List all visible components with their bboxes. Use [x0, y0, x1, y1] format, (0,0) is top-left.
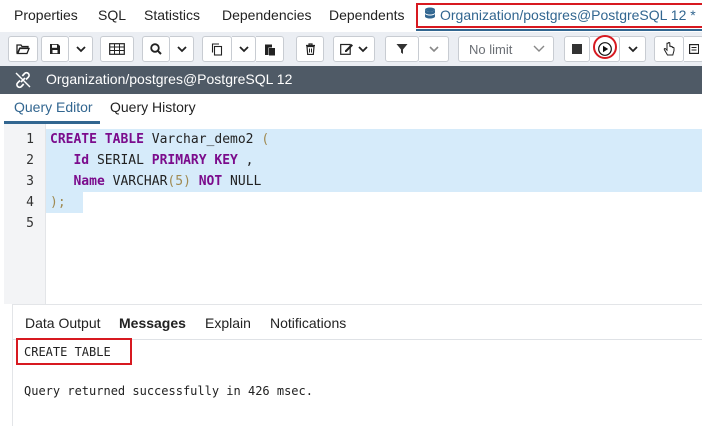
code-line: Id SERIAL PRIMARY KEY , — [50, 150, 254, 171]
line-number-gutter: 1 2 3 4 5 — [4, 124, 46, 304]
code-token: VARCHAR — [104, 174, 168, 189]
code-token: ); — [50, 195, 66, 210]
line-number: 4 — [26, 195, 34, 210]
database-icon — [424, 5, 436, 26]
stop-icon — [572, 44, 582, 54]
code-line: ); — [50, 192, 66, 213]
connection-link-icon[interactable] — [14, 71, 32, 94]
tab-dependencies[interactable]: Dependencies — [222, 7, 312, 23]
view-data-button[interactable] — [100, 36, 134, 62]
tab-properties[interactable]: Properties — [14, 7, 78, 23]
filter-icon — [396, 43, 408, 55]
code-token: SERIAL — [89, 153, 152, 168]
save-options-button[interactable] — [69, 36, 93, 62]
edit-icon — [340, 43, 354, 55]
line-number: 1 — [26, 132, 34, 147]
code-token: ( — [261, 132, 270, 147]
more-icon — [688, 44, 699, 54]
filter-button[interactable] — [385, 36, 419, 62]
results-panel: Data Output Messages Explain Notificatio… — [12, 304, 702, 426]
more-options-button[interactable] — [684, 36, 702, 62]
pointer-icon — [663, 42, 675, 56]
code-token: Id — [73, 153, 90, 168]
code-token: ) — [183, 174, 191, 189]
row-limit-value: No limit — [469, 41, 513, 57]
code-token: 5 — [175, 174, 184, 189]
code-line: CREATE TABLE Varchar_demo2 ( — [50, 129, 269, 150]
row-limit-select[interactable]: No limit — [458, 36, 554, 62]
copy-button[interactable] — [202, 36, 232, 62]
code-token: NOT — [198, 174, 223, 189]
chevron-down-icon — [627, 45, 638, 53]
edit-button[interactable] — [333, 36, 375, 62]
sql-editor[interactable]: 1 2 3 4 5 CREATE TABLE Varchar_demo2 ( I… — [4, 124, 702, 304]
copy-options-button[interactable] — [232, 36, 256, 62]
open-file-icon — [16, 43, 30, 55]
grid-icon — [109, 43, 125, 55]
find-options-button[interactable] — [170, 36, 194, 62]
line-number: 2 — [26, 153, 34, 168]
tab-sql[interactable]: SQL — [98, 7, 126, 23]
paste-button[interactable] — [256, 36, 284, 62]
chevron-down-icon — [238, 45, 249, 53]
connection-label: Organization/postgres@PostgreSQL 12 — [46, 71, 293, 87]
filter-options-button[interactable] — [419, 36, 449, 62]
save-button[interactable] — [41, 36, 69, 62]
tab-messages[interactable]: Messages — [119, 315, 186, 331]
chevron-down-icon — [176, 45, 187, 53]
save-icon — [49, 43, 61, 55]
line-number: 3 — [26, 174, 34, 189]
code-token: PRIMARY KEY — [151, 153, 238, 168]
line-number: 5 — [26, 216, 34, 231]
tab-notifications[interactable]: Notifications — [270, 315, 346, 331]
chevron-down-icon — [75, 45, 86, 53]
code-token: CREATE TABLE — [50, 132, 144, 147]
code-token: Varchar_demo2 — [143, 132, 262, 147]
execute-highlight-circle — [593, 35, 617, 59]
tab-query-tool[interactable]: Organization/postgres@PostgreSQL 12 * — [416, 3, 702, 28]
stop-button[interactable] — [564, 36, 590, 62]
tab-statistics[interactable]: Statistics — [144, 7, 200, 23]
tab-explain[interactable]: Explain — [205, 315, 251, 331]
code-token: , — [237, 153, 254, 168]
tab-dependents[interactable]: Dependents — [329, 7, 405, 23]
copy-icon — [211, 42, 223, 56]
search-icon — [150, 43, 162, 55]
code-line: Name VARCHAR(5) NOT NULL — [50, 171, 261, 192]
active-tab-underline — [416, 29, 702, 31]
message-query-success: Query returned successfully in 426 msec. — [24, 384, 313, 398]
tab-data-output[interactable]: Data Output — [25, 315, 101, 331]
tab-query-history[interactable]: Query History — [110, 99, 196, 115]
macros-button[interactable] — [654, 36, 684, 62]
chevron-down-icon — [428, 45, 439, 53]
top-tab-bar: Properties SQL Statistics Dependencies D… — [0, 0, 702, 32]
tab-query-editor[interactable]: Query Editor — [14, 99, 93, 115]
code-token: Name — [73, 174, 105, 189]
delete-icon — [305, 43, 316, 55]
delete-button[interactable] — [296, 36, 324, 62]
message-create-table: CREATE TABLE — [24, 345, 111, 359]
chevron-down-icon — [533, 45, 545, 53]
open-file-button[interactable] — [8, 36, 38, 62]
find-button[interactable] — [142, 36, 170, 62]
chevron-down-icon — [358, 45, 368, 53]
tab-query-tool-label: Organization/postgres@PostgreSQL 12 * — [440, 7, 696, 23]
execute-options-button[interactable] — [620, 36, 646, 62]
editor-tab-bar: Query Editor Query History — [0, 94, 702, 124]
code-token: NULL — [222, 174, 262, 189]
connection-bar: Organization/postgres@PostgreSQL 12 — [0, 66, 702, 94]
paste-icon — [264, 43, 276, 56]
